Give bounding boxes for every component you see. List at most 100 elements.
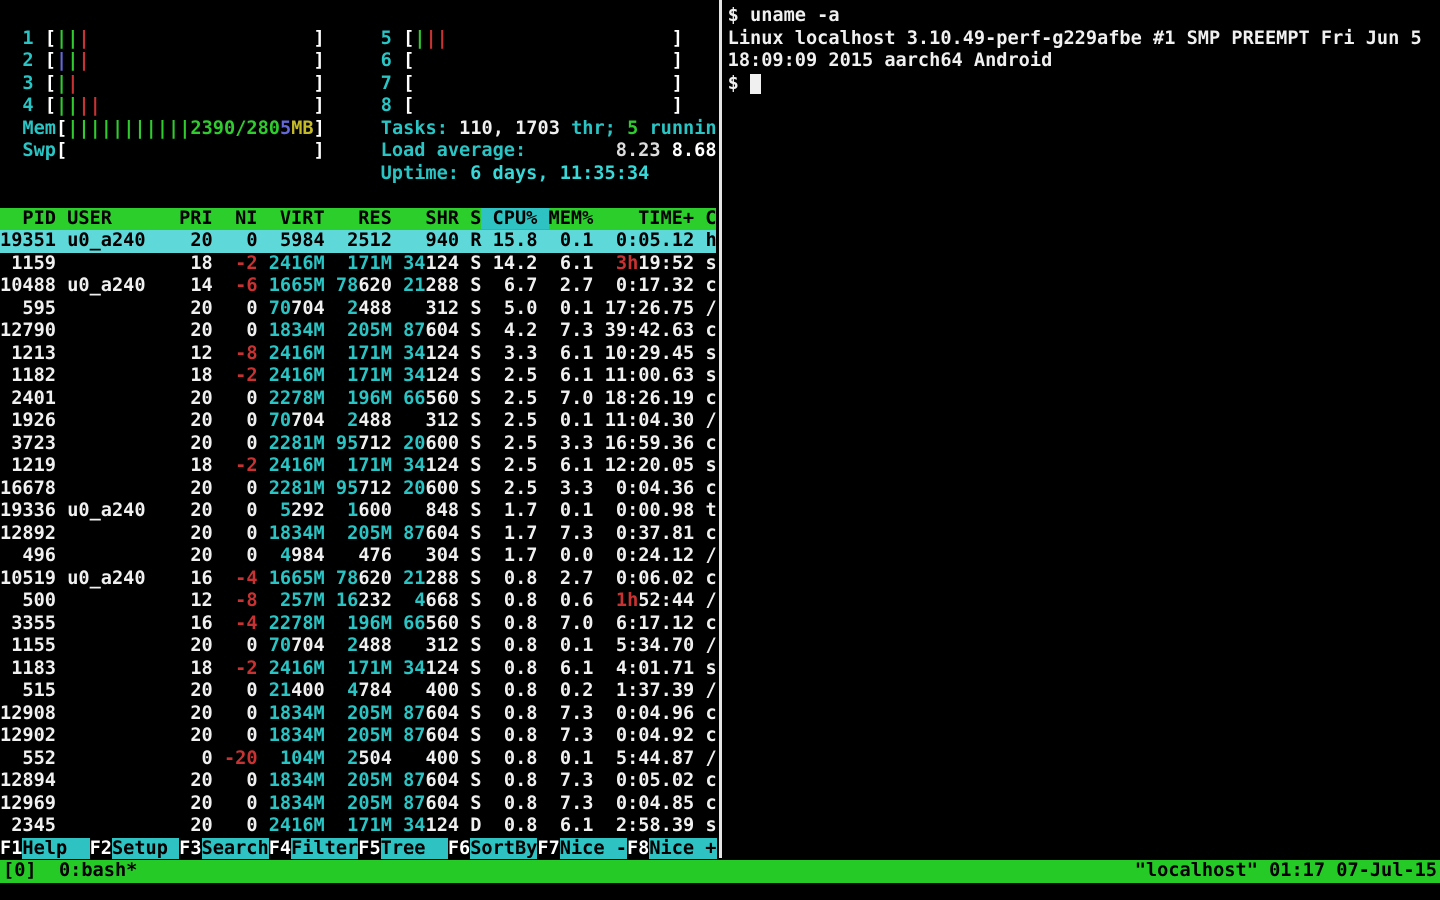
cpu-meter-2: 2 [||| ] — [0, 50, 325, 71]
cell-cpu: 2.5 — [493, 388, 538, 409]
cell-cpu: 0.8 — [493, 703, 538, 724]
cell-pid: 19351 — [0, 230, 56, 251]
process-row-12902[interactable]: 12902 20 0 1834M 205M 87604 S 0.8 7.3 0:… — [0, 725, 717, 748]
cell-shr: 400 — [403, 680, 459, 701]
process-row-19351[interactable]: 19351 u0_a240 20 0 5984 2512 940 R 15.8 … — [0, 230, 716, 253]
cell-shr: 312 — [403, 410, 459, 431]
cell-virt: 104M — [269, 748, 325, 769]
process-row-496[interactable]: 496 20 0 4984 476 304 S 1.7 0.0 0:24.12 … — [0, 545, 717, 568]
process-row-595[interactable]: 595 20 0 70704 2488 312 S 5.0 0.1 17:26.… — [0, 298, 717, 321]
fnkey-f1[interactable]: F1Help — [0, 838, 90, 859]
process-row-10519[interactable]: 10519 u0_a240 16 -4 1665M 78620 21288 S … — [0, 568, 717, 591]
cell-pri: 12 — [179, 343, 213, 364]
cell-virt: 2281M — [269, 478, 325, 499]
fnkey-f6[interactable]: F6SortBy — [448, 838, 538, 859]
status-left-session-window[interactable]: [0] 0:bash* — [3, 860, 137, 883]
process-row-10488[interactable]: 10488 u0_a240 14 -6 1665M 78620 21288 S … — [0, 275, 717, 298]
cell-time: 5:44.87 — [605, 748, 695, 769]
cell-time: 0:04.36 — [605, 478, 695, 499]
cell-user — [67, 320, 168, 341]
process-row-12790[interactable]: 12790 20 0 1834M 205M 87604 S 4.2 7.3 39… — [0, 320, 717, 343]
cell-shr: 34124 — [403, 253, 459, 274]
cell-pri: 20 — [179, 320, 213, 341]
tmux-status-bar: [0] 0:bash* "localhost" 01:17 07-Jul-15 — [0, 860, 1440, 883]
cell-cpu: 0.8 — [493, 748, 538, 769]
cell-cpu: 0.8 — [493, 590, 538, 611]
status-right-host-clock: "localhost" 01:17 07-Jul-15 — [1135, 860, 1437, 883]
table-header[interactable]: PID USER PRI NI VIRT RES SHR S CPU% MEM%… — [0, 208, 716, 231]
process-row-3723[interactable]: 3723 20 0 2281M 95712 20600 S 2.5 3.3 16… — [0, 433, 717, 456]
cell-res: 95712 — [336, 433, 392, 454]
cell-command: s — [705, 455, 716, 476]
terminal-prompt-line[interactable]: $ — [728, 73, 762, 96]
pane-divider[interactable] — [719, 0, 722, 858]
process-row-2345[interactable]: 2345 20 0 2416M 171M 34124 D 0.8 6.1 2:5… — [0, 815, 717, 838]
cell-mem: 3.3 — [549, 478, 594, 499]
process-row-16678[interactable]: 16678 20 0 2281M 95712 20600 S 2.5 3.3 0… — [0, 478, 717, 501]
cell-shr: 66560 — [403, 613, 459, 634]
cell-state: S — [470, 478, 481, 499]
cell-res: 95712 — [336, 478, 392, 499]
cell-pid: 500 — [0, 590, 56, 611]
cell-virt: 1834M — [269, 770, 325, 791]
cell-mem: 7.0 — [549, 613, 594, 634]
cell-ni: -4 — [224, 613, 258, 634]
cell-pri: 14 — [179, 275, 213, 296]
process-row-500[interactable]: 500 12 -8 257M 16232 4668 S 0.8 0.6 1h52… — [0, 590, 717, 613]
cell-state: S — [470, 568, 481, 589]
cell-user — [67, 433, 168, 454]
process-row-12894[interactable]: 12894 20 0 1834M 205M 87604 S 0.8 7.3 0:… — [0, 770, 717, 793]
cell-cpu: 0.8 — [493, 815, 538, 836]
cell-pri: 0 — [179, 748, 213, 769]
cpu-meter-7: 7 [ ] — [381, 73, 683, 94]
cell-res: 171M — [336, 658, 392, 679]
fnkey-f8[interactable]: F8Nice + — [627, 838, 717, 859]
cell-user — [67, 455, 168, 476]
cell-pid: 496 — [0, 545, 56, 566]
fnkey-f4[interactable]: F4Filter — [269, 838, 359, 859]
cell-mem: 2.7 — [549, 275, 594, 296]
cell-state: S — [470, 658, 481, 679]
cell-shr: 87604 — [403, 770, 459, 791]
cell-cpu: 0.8 — [493, 725, 538, 746]
cell-pri: 20 — [179, 680, 213, 701]
cell-pid: 1926 — [0, 410, 56, 431]
cell-command: s — [705, 815, 716, 836]
cell-cpu: 3.3 — [493, 343, 538, 364]
process-row-1926[interactable]: 1926 20 0 70704 2488 312 S 2.5 0.1 11:04… — [0, 410, 717, 433]
cell-virt: 1834M — [269, 793, 325, 814]
process-row-12969[interactable]: 12969 20 0 1834M 205M 87604 S 0.8 7.3 0:… — [0, 793, 717, 816]
cell-pid: 1159 — [0, 253, 56, 274]
cell-mem: 0.1 — [549, 748, 594, 769]
process-row-12908[interactable]: 12908 20 0 1834M 205M 87604 S 0.8 7.3 0:… — [0, 703, 717, 726]
cell-time: 16:59.36 — [605, 433, 695, 454]
cell-virt: 2278M — [269, 613, 325, 634]
process-row-1159[interactable]: 1159 18 -2 2416M 171M 34124 S 14.2 6.1 3… — [0, 253, 717, 276]
cell-user — [67, 703, 168, 724]
fnkey-f2[interactable]: F2Setup — [90, 838, 180, 859]
cell-command: c — [705, 770, 716, 791]
cell-command: c — [705, 613, 716, 634]
shell-pane[interactable]: $ uname -aLinux localhost 3.10.49-perf-g… — [728, 0, 1440, 860]
terminal-line-0: $ uname -a — [728, 5, 840, 28]
cell-state: S — [470, 455, 481, 476]
process-row-1213[interactable]: 1213 12 -8 2416M 171M 34124 S 3.3 6.1 10… — [0, 343, 717, 366]
process-row-12892[interactable]: 12892 20 0 1834M 205M 87604 S 1.7 7.3 0:… — [0, 523, 717, 546]
fnkey-f7[interactable]: F7Nice - — [537, 838, 627, 859]
cell-time: 0:04.96 — [605, 703, 695, 724]
cell-shr: 87604 — [403, 320, 459, 341]
process-row-1155[interactable]: 1155 20 0 70704 2488 312 S 0.8 0.1 5:34.… — [0, 635, 717, 658]
process-row-515[interactable]: 515 20 0 21400 4784 400 S 0.8 0.2 1:37.3… — [0, 680, 717, 703]
cell-time: 0:05.12 — [605, 230, 695, 251]
process-row-1182[interactable]: 1182 18 -2 2416M 171M 34124 S 2.5 6.1 11… — [0, 365, 717, 388]
process-row-2401[interactable]: 2401 20 0 2278M 196M 66560 S 2.5 7.0 18:… — [0, 388, 717, 411]
cell-pid: 19336 — [0, 500, 56, 521]
process-row-19336[interactable]: 19336 u0_a240 20 0 5292 1600 848 S 1.7 0… — [0, 500, 717, 523]
process-row-552[interactable]: 552 0 -20 104M 2504 400 S 0.8 0.1 5:44.8… — [0, 748, 717, 771]
terminal-line-2: 18:09:09 2015 aarch64 Android — [728, 50, 1053, 73]
process-row-1219[interactable]: 1219 18 -2 2416M 171M 34124 S 2.5 6.1 12… — [0, 455, 717, 478]
fnkey-f3[interactable]: F3Search — [179, 838, 269, 859]
process-row-1183[interactable]: 1183 18 -2 2416M 171M 34124 S 0.8 6.1 4:… — [0, 658, 717, 681]
fnkey-f5[interactable]: F5Tree — [358, 838, 448, 859]
process-row-3355[interactable]: 3355 16 -4 2278M 196M 66560 S 0.8 7.0 6:… — [0, 613, 717, 636]
